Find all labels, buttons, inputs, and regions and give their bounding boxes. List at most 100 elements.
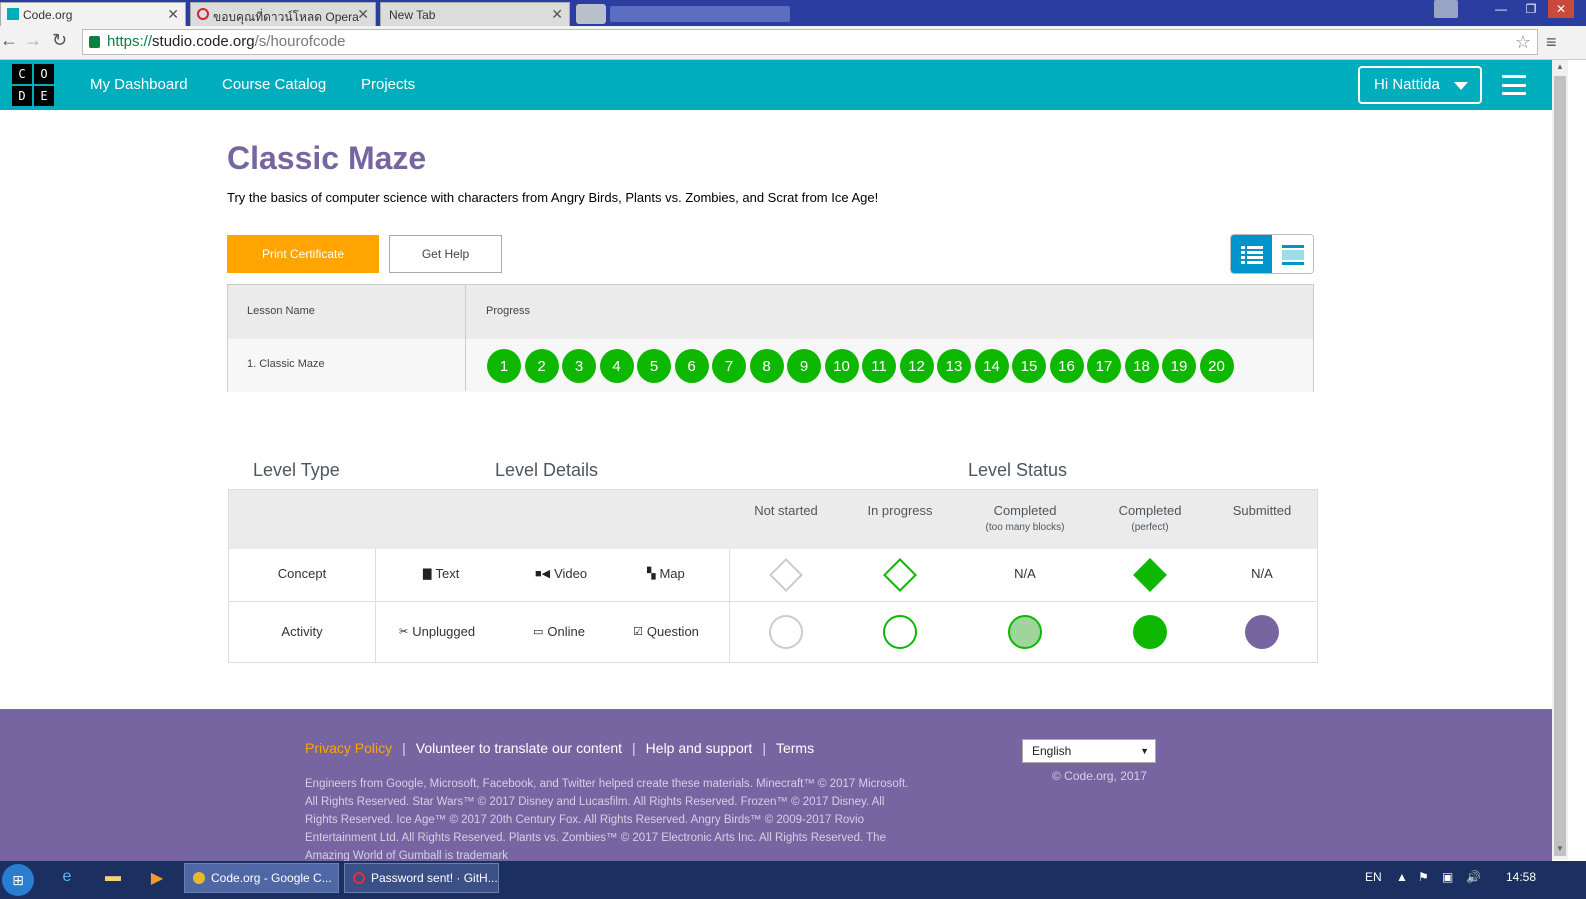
- nav-my-dashboard[interactable]: My Dashboard: [90, 76, 188, 93]
- browser-profile-icon[interactable]: [1434, 0, 1458, 18]
- level-bubble[interactable]: 20: [1199, 349, 1234, 383]
- level-bubble[interactable]: 11: [862, 349, 896, 383]
- internet-explorer-icon[interactable]: e: [56, 868, 78, 890]
- get-help-button[interactable]: Get Help: [389, 235, 502, 273]
- new-tab-button[interactable]: [576, 4, 606, 24]
- close-tab-icon[interactable]: ✕: [357, 6, 369, 23]
- print-certificate-button[interactable]: Print Certificate: [227, 235, 379, 273]
- close-tab-icon[interactable]: ✕: [551, 6, 563, 23]
- hamburger-menu-icon[interactable]: [1502, 75, 1526, 95]
- footer-copyright-text: Engineers from Google, Microsoft, Facebo…: [305, 778, 909, 861]
- status-in-progress-label: In progress: [867, 503, 933, 518]
- tray-expand-icon[interactable]: ▲: [1396, 870, 1408, 884]
- detail-map: ▚ Map: [647, 566, 685, 581]
- windows-taskbar: ⊞ e ▬ ▶ Code.org - Google C... Password …: [0, 861, 1586, 899]
- level-bubble[interactable]: 4: [599, 349, 634, 383]
- lock-icon: [89, 36, 100, 48]
- nav-projects[interactable]: Projects: [361, 76, 415, 93]
- logo-letter: D: [12, 86, 32, 106]
- reload-icon[interactable]: ↻: [52, 30, 67, 51]
- page-scrollbar[interactable]: ▲ ▼: [1552, 60, 1568, 860]
- detail-text: ▇ Text: [423, 566, 460, 581]
- help-support-link[interactable]: Help and support: [646, 740, 753, 756]
- detail-view-button[interactable]: [1272, 235, 1313, 273]
- url-scheme: https://: [107, 33, 153, 50]
- circle-too-many-blocks-icon: [1008, 615, 1042, 649]
- browser-menu-icon[interactable]: ≡: [1546, 32, 1557, 53]
- clock[interactable]: 14:58: [1506, 870, 1536, 884]
- privacy-policy-link[interactable]: Privacy Policy: [305, 740, 392, 756]
- code-org-favicon-icon: [7, 8, 19, 20]
- minimize-icon[interactable]: —: [1488, 0, 1514, 18]
- summary-view-button[interactable]: [1231, 235, 1272, 273]
- level-bubble[interactable]: 17: [1087, 349, 1121, 383]
- detail-unplugged: ✂ Unplugged: [399, 624, 476, 639]
- tab-title: Code.org: [23, 8, 73, 22]
- action-center-flag-icon[interactable]: ⚑: [1418, 870, 1429, 884]
- level-bubble[interactable]: 18: [1124, 349, 1159, 383]
- bookmark-star-icon[interactable]: ☆: [1515, 30, 1531, 54]
- level-bubble[interactable]: 9: [787, 349, 821, 383]
- course-description: Try the basics of computer science with …: [227, 190, 879, 205]
- detail-view-icon: [1281, 245, 1304, 265]
- scroll-thumb[interactable]: [1554, 76, 1566, 856]
- taskbar-item-chrome[interactable]: Code.org - Google C...: [184, 863, 339, 893]
- close-tab-icon[interactable]: ✕: [167, 6, 179, 23]
- language-select[interactable]: English ▼: [1022, 739, 1156, 763]
- back-arrow-icon[interactable]: ←: [0, 30, 18, 51]
- volume-icon[interactable]: 🔊: [1466, 870, 1481, 884]
- level-bubble[interactable]: 6: [674, 349, 709, 383]
- url-path: /s/hourofcode: [254, 33, 346, 50]
- level-bubble[interactable]: 16: [1049, 349, 1084, 383]
- chrome-icon: [193, 872, 205, 884]
- lesson-name[interactable]: 1. Classic Maze: [247, 358, 325, 370]
- status-completed-too-many-label: Completed (too many blocks): [985, 503, 1065, 533]
- volunteer-translate-link[interactable]: Volunteer to translate our content: [416, 740, 622, 756]
- terms-link[interactable]: Terms: [776, 740, 814, 756]
- user-menu-button[interactable]: Hi Nattida: [1358, 66, 1482, 104]
- nav-course-catalog[interactable]: Course Catalog: [222, 76, 326, 93]
- diamond-in-progress-icon: [883, 558, 917, 592]
- tab-title: ขอบคุณที่ดาวน์โหลด Opera: [213, 10, 359, 24]
- browser-tab-new[interactable]: New Tab ✕: [380, 2, 570, 26]
- level-bubble[interactable]: 3: [562, 349, 596, 383]
- circle-submitted-icon: [1245, 615, 1279, 649]
- circle-in-progress-icon: [883, 615, 917, 649]
- level-bubble[interactable]: 5: [637, 349, 671, 383]
- input-language[interactable]: EN: [1365, 870, 1382, 884]
- browser-tab-code-org[interactable]: Code.org ✕: [0, 2, 186, 26]
- level-bubble[interactable]: 7: [712, 349, 746, 383]
- level-bubble[interactable]: 19: [1162, 349, 1196, 383]
- scroll-up-icon[interactable]: ▲: [1552, 62, 1568, 76]
- level-bubble[interactable]: 14: [974, 349, 1009, 383]
- level-bubble[interactable]: 2: [524, 349, 559, 383]
- address-bar[interactable]: https://studio.code.org/s/hourofcode ☆: [82, 29, 1538, 55]
- level-bubble[interactable]: 1: [487, 349, 521, 383]
- level-bubble[interactable]: 15: [1012, 349, 1046, 383]
- level-bubble[interactable]: 12: [899, 349, 934, 383]
- divider: [375, 549, 376, 663]
- code-org-logo[interactable]: C O D E: [12, 64, 54, 106]
- divider: [729, 549, 730, 663]
- view-toggle: [1230, 234, 1314, 274]
- level-bubble[interactable]: 13: [937, 349, 971, 383]
- windows-start-icon[interactable]: ⊞: [2, 864, 34, 896]
- footer-links: Privacy Policy | Volunteer to translate ou…: [305, 740, 815, 756]
- scroll-down-icon[interactable]: ▼: [1552, 844, 1568, 858]
- detail-video: ■◀ Video: [535, 566, 588, 581]
- list-view-icon: [1240, 246, 1263, 264]
- course-title: Classic Maze: [227, 140, 427, 176]
- taskbar-item-opera[interactable]: Password sent! · GitH...: [344, 863, 499, 893]
- file-explorer-icon[interactable]: ▬: [102, 868, 124, 890]
- opera-icon: [353, 872, 365, 884]
- browser-tab-opera[interactable]: ขอบคุณที่ดาวน์โหลด Opera ✕: [190, 2, 376, 26]
- lesson-name-header: Lesson Name: [247, 305, 315, 317]
- media-player-icon[interactable]: ▶: [146, 868, 168, 890]
- restore-icon[interactable]: ❐: [1518, 0, 1544, 18]
- level-bubble[interactable]: 8: [749, 349, 784, 383]
- level-bubble[interactable]: 10: [824, 349, 859, 383]
- forward-arrow-icon[interactable]: →: [24, 30, 42, 51]
- close-window-icon[interactable]: ✕: [1548, 0, 1574, 18]
- network-icon[interactable]: ▣: [1442, 870, 1453, 884]
- video-camera-icon: ■◀: [535, 568, 551, 580]
